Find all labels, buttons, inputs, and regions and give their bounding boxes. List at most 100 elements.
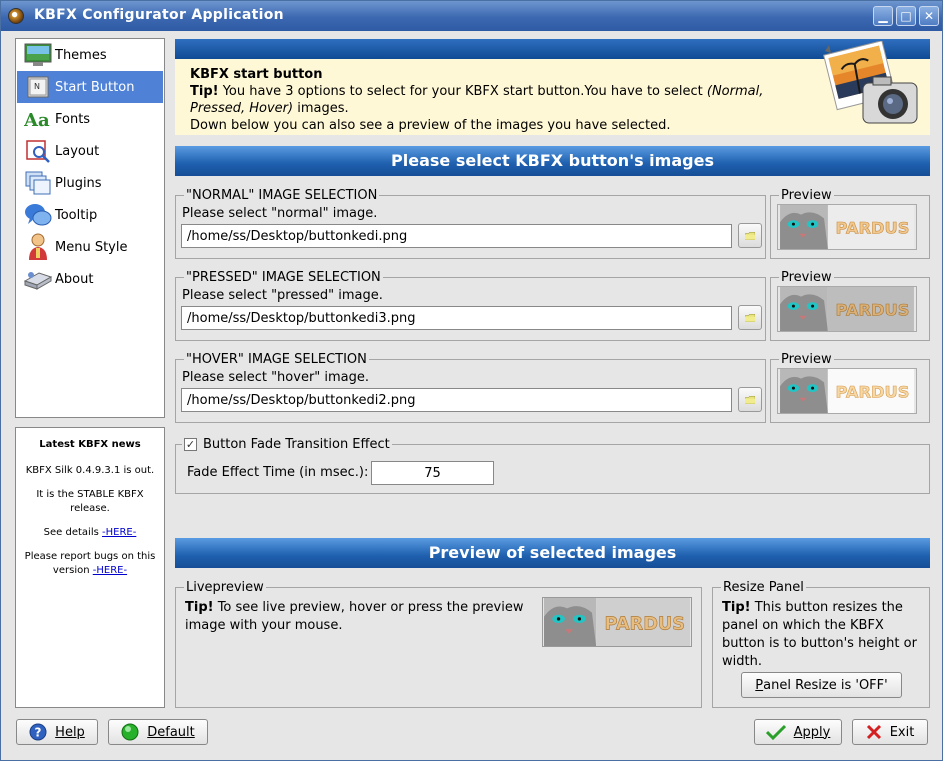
sidebar-nav: Themes N Start Button Aa Fonts Layout Pl… bbox=[15, 38, 165, 418]
pressed-image-group: "PRESSED" IMAGE SELECTION Please select … bbox=[175, 270, 766, 341]
hover-image-label: Please select "hover" image. bbox=[182, 370, 370, 385]
sidebar-item-tooltip[interactable]: Tooltip bbox=[17, 199, 163, 231]
fade-effect-checkbox-label[interactable]: Button Fade Transition Effect bbox=[203, 437, 390, 452]
svg-text:Aa: Aa bbox=[24, 110, 50, 130]
header-bar bbox=[175, 39, 930, 59]
fade-effect-checkbox[interactable]: ✓ bbox=[184, 438, 197, 451]
news-bugs-text: Please report bugs on this version bbox=[24, 551, 156, 576]
hover-preview-group: Preview PARDUS bbox=[770, 352, 930, 423]
title-bar[interactable]: KBFX Configurator Application ▁ □ ✕ bbox=[1, 1, 942, 31]
exit-button[interactable]: Exit bbox=[852, 719, 928, 745]
logo-text: PARDUS bbox=[604, 614, 685, 634]
livepreview-legend: Livepreview bbox=[184, 580, 266, 595]
news-bugs: Please report bugs on this version -HERE… bbox=[22, 550, 158, 578]
preview-legend: Preview bbox=[779, 352, 834, 367]
sidebar-item-label: Tooltip bbox=[55, 207, 98, 223]
news-details-text: See details bbox=[43, 527, 99, 538]
pressed-browse-button[interactable] bbox=[738, 305, 762, 330]
pressed-preview-group: Preview PARDUS bbox=[770, 270, 930, 341]
minimize-button[interactable]: ▁ bbox=[873, 6, 893, 26]
tip-text: To see live preview, hover or press the … bbox=[185, 600, 524, 633]
sidebar-item-label: Layout bbox=[55, 143, 100, 159]
live-preview-button-image[interactable]: PARDUS bbox=[542, 597, 692, 647]
news-line-2: It is the STABLE KBFX release. bbox=[36, 489, 144, 514]
news-panel: Latest KBFX news KBFX Silk 0.4.9.3.1 is … bbox=[15, 427, 165, 708]
sidebar-item-label: Start Button bbox=[55, 79, 135, 95]
monitor-icon bbox=[23, 41, 53, 69]
app-icon bbox=[8, 8, 24, 24]
pressed-preview-image: PARDUS bbox=[777, 286, 917, 332]
close-icon bbox=[866, 724, 882, 740]
maximize-button[interactable]: □ bbox=[896, 6, 916, 26]
sidebar-item-label: Themes bbox=[55, 47, 107, 63]
default-label: Default bbox=[147, 724, 195, 740]
start-button-icon: N bbox=[23, 73, 53, 101]
details-link[interactable]: -HERE- bbox=[102, 527, 136, 538]
normal-image-path-input[interactable] bbox=[181, 224, 732, 248]
default-button[interactable]: Default bbox=[108, 719, 208, 745]
tip-label: Tip! bbox=[722, 600, 751, 615]
resize-panel-legend: Resize Panel bbox=[721, 580, 806, 595]
green-light-icon bbox=[121, 723, 139, 741]
fade-effect-group: ✓ Button Fade Transition Effect Fade Eff… bbox=[175, 437, 930, 494]
tip-label: Tip! bbox=[185, 600, 214, 615]
news-title: Latest KBFX news bbox=[39, 439, 141, 450]
exit-label: Exit bbox=[889, 724, 915, 740]
panel-resize-label: anel Resize is 'OFF' bbox=[763, 677, 888, 693]
fade-time-input[interactable] bbox=[371, 461, 494, 485]
about-icon bbox=[23, 265, 53, 293]
checkmark-icon bbox=[765, 724, 786, 740]
normal-image-group: "NORMAL" IMAGE SELECTION Please select "… bbox=[175, 188, 766, 259]
sidebar-item-menu-style[interactable]: Menu Style bbox=[17, 231, 163, 263]
sidebar-item-plugins[interactable]: Plugins bbox=[17, 167, 163, 199]
news-line-1: KBFX Silk 0.4.9.3.1 is out. bbox=[25, 465, 155, 476]
folder-icon bbox=[745, 312, 755, 324]
hover-browse-button[interactable] bbox=[738, 387, 762, 412]
panel-resize-mnemonic: P bbox=[755, 677, 764, 693]
logo-text: PARDUS bbox=[836, 301, 910, 320]
page-title: KBFX start button bbox=[190, 67, 323, 82]
fade-time-label: Fade Effect Time (in msec.): bbox=[187, 465, 369, 480]
hover-image-path-input[interactable] bbox=[181, 388, 732, 412]
sidebar-item-themes[interactable]: Themes bbox=[17, 39, 163, 71]
logo-text: PARDUS bbox=[836, 383, 910, 402]
tip-text-end: images. bbox=[293, 101, 349, 116]
resize-tip: Tip! This button resizes the panel on wh… bbox=[722, 599, 922, 671]
preview-legend: Preview bbox=[779, 188, 834, 203]
camera-icon bbox=[821, 40, 921, 133]
help-button[interactable]: ? Help bbox=[16, 719, 98, 745]
sidebar-item-start-button[interactable]: N Start Button bbox=[17, 71, 163, 103]
normal-browse-button[interactable] bbox=[738, 223, 762, 248]
pressed-group-legend: "PRESSED" IMAGE SELECTION bbox=[184, 270, 383, 285]
apply-button[interactable]: Apply bbox=[754, 719, 842, 745]
page-header: KBFX start button Tip! You have 3 option… bbox=[175, 39, 930, 135]
hover-group-legend: "HOVER" IMAGE SELECTION bbox=[184, 352, 369, 367]
plugins-icon bbox=[23, 169, 53, 197]
tip-text: This button resizes the panel on which t… bbox=[722, 600, 917, 669]
hover-image-group: "HOVER" IMAGE SELECTION Please select "h… bbox=[175, 352, 766, 423]
section-banner-select-images: Please select KBFX button's images bbox=[175, 146, 930, 176]
apply-label: Apply bbox=[793, 724, 831, 740]
main-window: KBFX Configurator Application ▁ □ ✕ Them… bbox=[0, 0, 943, 761]
pressed-image-label: Please select "pressed" image. bbox=[182, 288, 383, 303]
livepreview-tip: Tip! To see live preview, hover or press… bbox=[185, 599, 535, 635]
panel-resize-button[interactable]: Panel Resize is 'OFF' bbox=[741, 672, 902, 698]
svg-text:N: N bbox=[34, 82, 40, 91]
help-label: Help bbox=[55, 724, 85, 740]
layout-icon bbox=[23, 137, 53, 165]
pressed-image-path-input[interactable] bbox=[181, 306, 732, 330]
tip-label: Tip! bbox=[190, 84, 219, 99]
tip-text: You have 3 options to select for your KB… bbox=[218, 84, 707, 99]
close-window-button[interactable]: ✕ bbox=[919, 6, 939, 26]
sidebar-item-fonts[interactable]: Aa Fonts bbox=[17, 103, 163, 135]
report-bugs-link[interactable]: -HERE- bbox=[93, 565, 127, 576]
window-title: KBFX Configurator Application bbox=[34, 7, 284, 23]
normal-preview-image: PARDUS bbox=[777, 204, 917, 250]
header-line-2: Down below you can also see a preview of… bbox=[190, 118, 671, 133]
sidebar-item-layout[interactable]: Layout bbox=[17, 135, 163, 167]
sidebar-item-about[interactable]: About bbox=[17, 263, 163, 295]
preview-legend: Preview bbox=[779, 270, 834, 285]
normal-group-legend: "NORMAL" IMAGE SELECTION bbox=[184, 188, 380, 203]
svg-text:?: ? bbox=[35, 726, 42, 740]
sidebar-item-label: Fonts bbox=[55, 111, 91, 127]
